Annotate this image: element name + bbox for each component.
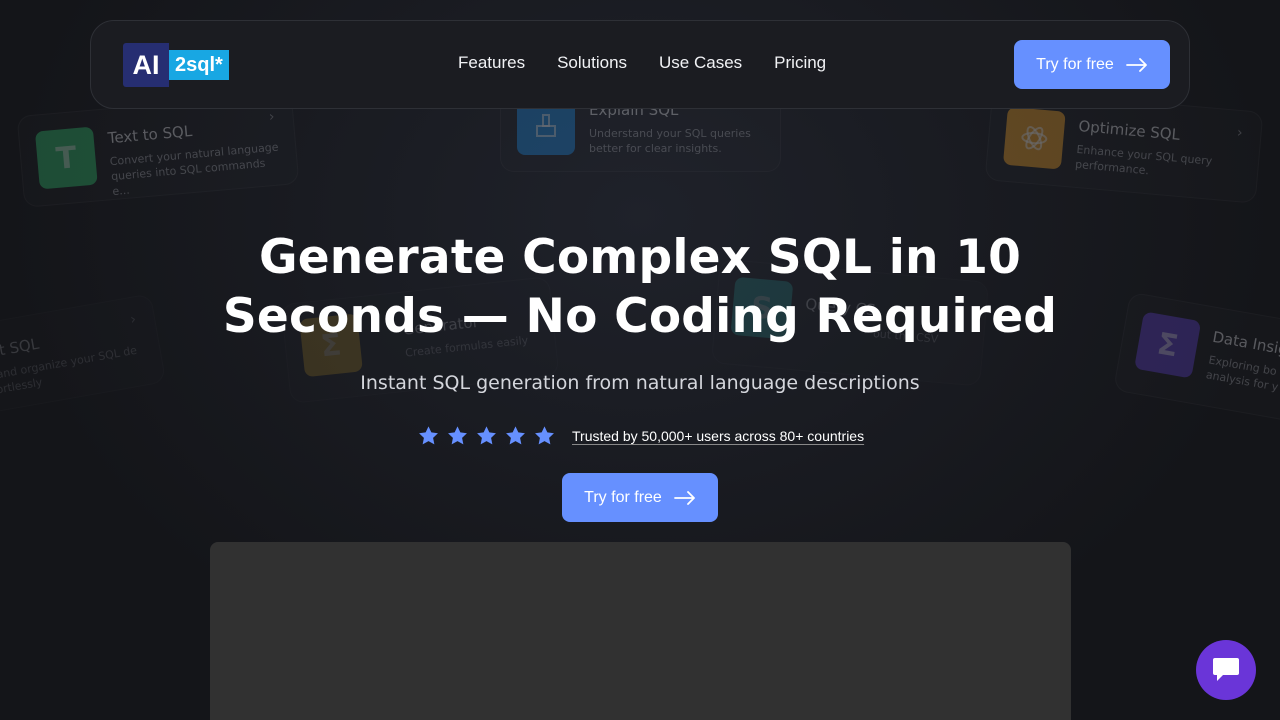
logo[interactable]: AI 2sql* — [123, 43, 235, 87]
star-icon — [506, 426, 525, 445]
card-description: Enhance your SQL query performance. — [1074, 142, 1213, 178]
nav-link-pricing[interactable]: Pricing — [774, 53, 826, 73]
hero-title-line-2: Seconds — No Coding Required — [222, 289, 1058, 344]
hero-try-free-button[interactable]: Try for free — [562, 473, 718, 522]
nav-try-free-button[interactable]: Try for free — [1014, 40, 1170, 89]
button-label: Try for free — [584, 488, 662, 506]
button-label: Try for free — [1036, 55, 1114, 73]
demo-preview-panel — [210, 542, 1071, 720]
logo-2sql: 2sql* — [169, 50, 229, 80]
top-nav: AI 2sql* Features Solutions Use Cases Pr… — [90, 20, 1190, 109]
card-description: Understand your SQL queries better for c… — [589, 127, 751, 155]
star-icon — [448, 426, 467, 445]
nav-link-solutions[interactable]: Solutions — [557, 53, 627, 73]
hero-title: Generate Complex SQL in 10 Seconds — No … — [0, 228, 1280, 346]
trust-link[interactable]: Trusted by 50,000+ users across 80+ coun… — [572, 428, 864, 444]
rating-row: Trusted by 50,000+ users across 80+ coun… — [417, 425, 864, 447]
nav-link-use-cases[interactable]: Use Cases — [659, 53, 742, 73]
chat-widget-button[interactable] — [1196, 640, 1256, 700]
nav-links: Features Solutions Use Cases Pricing — [458, 53, 826, 73]
atom-icon — [1002, 106, 1066, 170]
arrow-right-icon — [1125, 57, 1147, 72]
star-icon — [535, 426, 554, 445]
text-icon: T — [34, 126, 98, 190]
hero-subtitle: Instant SQL generation from natural lang… — [360, 372, 920, 394]
star-icon — [477, 426, 496, 445]
arrow-right-icon — [673, 490, 695, 505]
hero-title-line-1: Generate Complex SQL in 10 — [258, 230, 1022, 285]
star-icon — [419, 426, 438, 445]
logo-ai: AI — [123, 43, 169, 87]
chat-icon — [1213, 658, 1239, 681]
nav-link-features[interactable]: Features — [458, 53, 525, 73]
